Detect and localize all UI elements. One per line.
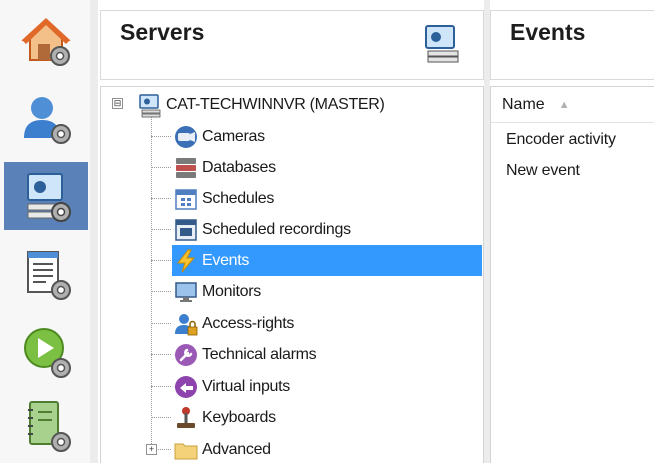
- tree-root-label: CAT-TECHWINNVR (MASTER): [166, 95, 385, 113]
- tree-connector: [151, 323, 171, 324]
- column-header-label: Name: [502, 95, 545, 113]
- tree-item-label: Access-rights: [202, 314, 295, 332]
- tree-item-label: Keyboards: [202, 408, 276, 426]
- lightning-icon: [172, 247, 200, 275]
- tree-item-label: Scheduled recordings: [202, 220, 351, 238]
- calendar-icon: [172, 185, 200, 213]
- strip-divider: [90, 0, 98, 463]
- play-settings-button[interactable]: [4, 318, 88, 386]
- servers-title: Servers: [120, 19, 205, 45]
- collapse-toggle[interactable]: ⊟: [112, 98, 123, 109]
- server-settings-button[interactable]: [4, 162, 88, 230]
- tree-connector: [151, 386, 171, 387]
- list-settings-button[interactable]: [4, 240, 88, 308]
- notebook-settings-button[interactable]: [4, 392, 88, 460]
- tree-item-label: Advanced: [202, 440, 271, 458]
- user-lock-icon: [172, 310, 200, 338]
- sort-ascending-icon: ▲: [558, 98, 570, 111]
- tree-item-label: Schedules: [202, 189, 275, 207]
- tree-item-schedules[interactable]: Schedules: [172, 183, 274, 214]
- monitor-icon: [172, 278, 200, 306]
- folder-icon: [172, 436, 200, 464]
- scheduled-recording-icon: [172, 216, 200, 244]
- tree-item-label: Databases: [202, 158, 276, 176]
- tree-connector: [151, 260, 171, 261]
- list-settings-icon: [18, 246, 74, 302]
- notebook-settings-icon: [18, 398, 74, 454]
- database-icon: [172, 154, 200, 182]
- name-column-header[interactable]: Name ▲: [491, 87, 654, 123]
- tree-item-technical-alarms[interactable]: Technical alarms: [172, 339, 317, 370]
- user-settings-icon: [18, 90, 74, 146]
- pointer-icon: [172, 373, 200, 401]
- navigation-strip: [0, 0, 90, 463]
- home-settings-button[interactable]: [4, 6, 88, 74]
- home-settings-icon: [18, 12, 74, 68]
- tree-connector: [151, 136, 171, 137]
- tree-item-advanced[interactable]: Advanced: [172, 434, 271, 465]
- tree-root-server[interactable]: CAT-TECHWINNVR (MASTER): [136, 89, 385, 120]
- user-settings-button[interactable]: [4, 84, 88, 152]
- tree-connector: [151, 354, 171, 355]
- tree-item-label: Technical alarms: [202, 345, 317, 363]
- tree-item-label: Events: [202, 251, 250, 269]
- tree-item-access-rights[interactable]: Access-rights: [172, 308, 294, 339]
- tree-item-scheduled-recordings[interactable]: Scheduled recordings: [172, 214, 351, 245]
- tree-item-keyboards[interactable]: Keyboards: [172, 402, 276, 433]
- play-settings-icon: [18, 324, 74, 380]
- joystick-icon: [172, 404, 200, 432]
- wrench-icon: [172, 341, 200, 369]
- tree-connector: [151, 198, 171, 199]
- camera-icon: [172, 123, 200, 151]
- events-title: Events: [510, 19, 586, 45]
- tree-item-label: Cameras: [202, 127, 265, 145]
- server-monitor-icon[interactable]: [422, 24, 462, 69]
- tree-connector: [151, 291, 171, 292]
- tree-item-label: Monitors: [202, 282, 261, 300]
- server-settings-icon: [18, 168, 74, 224]
- tree-item-label: Virtual inputs: [202, 377, 291, 395]
- tree-connector: [151, 229, 171, 230]
- event-row-encoder-activity[interactable]: Encoder activity: [506, 131, 616, 149]
- expand-toggle[interactable]: +: [146, 444, 157, 455]
- tree-connector: [151, 167, 171, 168]
- tree-item-virtual-inputs[interactable]: Virtual inputs: [172, 371, 290, 402]
- tree-connector: [158, 449, 171, 450]
- server-icon: [136, 91, 164, 119]
- tree-connector: [151, 417, 171, 418]
- tree-item-databases[interactable]: Databases: [172, 152, 276, 183]
- tree-item-cameras[interactable]: Cameras: [172, 121, 265, 152]
- tree-item-monitors[interactable]: Monitors: [172, 276, 261, 307]
- event-row-new-event[interactable]: New event: [506, 162, 580, 180]
- tree-item-events[interactable]: Events: [172, 245, 482, 276]
